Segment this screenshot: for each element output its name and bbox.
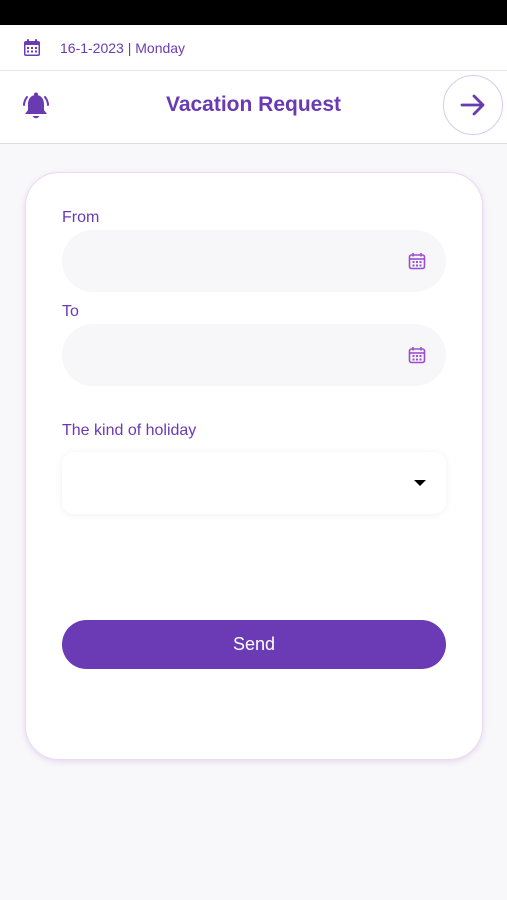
header: Vacation Request <box>0 71 507 144</box>
status-bar <box>0 0 507 25</box>
to-label: To <box>62 303 79 320</box>
current-date: 16-1-2023 | Monday <box>60 39 186 56</box>
vacation-form-card: From To The kind of holiday Send <box>25 172 483 760</box>
calendar-icon[interactable] <box>408 252 426 270</box>
to-date-field[interactable] <box>62 324 446 386</box>
calendar-icon <box>22 38 42 58</box>
arrow-right-icon <box>460 94 485 116</box>
send-button[interactable]: Send <box>62 620 446 669</box>
page-title: Vacation Request <box>165 93 342 116</box>
date-bar: 16-1-2023 | Monday <box>0 25 507 71</box>
holiday-kind-select[interactable] <box>62 452 446 514</box>
from-date-field[interactable] <box>62 230 446 292</box>
forward-button[interactable] <box>443 75 503 135</box>
caret-down-icon <box>414 480 426 486</box>
from-label: From <box>62 209 100 226</box>
calendar-icon[interactable] <box>408 346 426 364</box>
holiday-kind-label: The kind of holiday <box>62 422 197 439</box>
